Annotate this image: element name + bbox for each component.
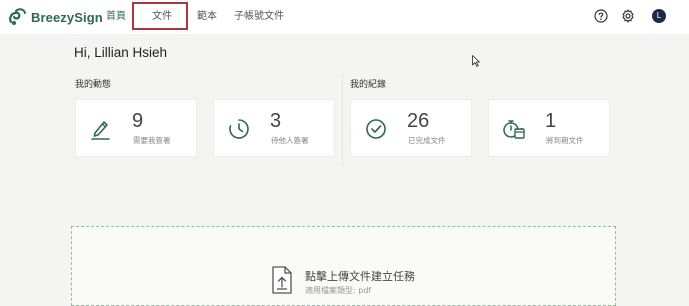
card-needs-my-signature[interactable]: 9 需要我簽署 (75, 99, 197, 157)
documents-highlight-box (132, 2, 188, 30)
brand-logo-icon (9, 8, 26, 25)
card-label: 將到期文件 (546, 136, 584, 145)
greeting-title: Hi, Lillian Hsieh (74, 45, 168, 60)
my-records-label: 我的紀錄 (350, 80, 387, 90)
check-circle-icon (366, 119, 386, 139)
clock-icon (229, 119, 249, 139)
nav-templates[interactable]: 範本 (197, 0, 217, 34)
brand-name: BreezySign (31, 9, 103, 25)
card-label: 待他人簽署 (271, 136, 309, 145)
upload-file-types: 適用檔案類型: pdf (305, 286, 372, 295)
card-count: 1 (545, 110, 557, 132)
card-label: 需要我簽署 (133, 136, 171, 145)
expiring-timer-icon (503, 120, 525, 139)
card-count: 9 (132, 110, 144, 132)
upload-file-icon (272, 266, 292, 294)
card-expiring-documents[interactable]: 1 將到期文件 (488, 99, 610, 157)
nav-subaccount-documents[interactable]: 子帳號文件 (234, 0, 284, 34)
help-icon[interactable] (594, 9, 608, 23)
avatar[interactable]: L (652, 9, 666, 23)
upload-title[interactable]: 點擊上傳文件建立任務 (305, 268, 415, 284)
card-label: 已完成文件 (408, 136, 446, 145)
pen-icon (91, 121, 110, 140)
brand-logo[interactable]: BreezySign (8, 8, 103, 26)
my-activity-label: 我的動態 (75, 80, 112, 90)
card-pending-others[interactable]: 3 待他人簽署 (213, 99, 335, 157)
card-count: 3 (270, 110, 282, 132)
top-bar: BreezySign 首頁 文件 範本 子帳號文件 L (0, 0, 689, 34)
card-count: 26 (407, 110, 430, 132)
gear-icon[interactable] (621, 9, 635, 23)
nav-home[interactable]: 首頁 (106, 0, 126, 34)
mouse-cursor-icon (472, 55, 480, 67)
card-completed-documents[interactable]: 26 已完成文件 (350, 99, 472, 157)
section-divider (342, 74, 343, 166)
